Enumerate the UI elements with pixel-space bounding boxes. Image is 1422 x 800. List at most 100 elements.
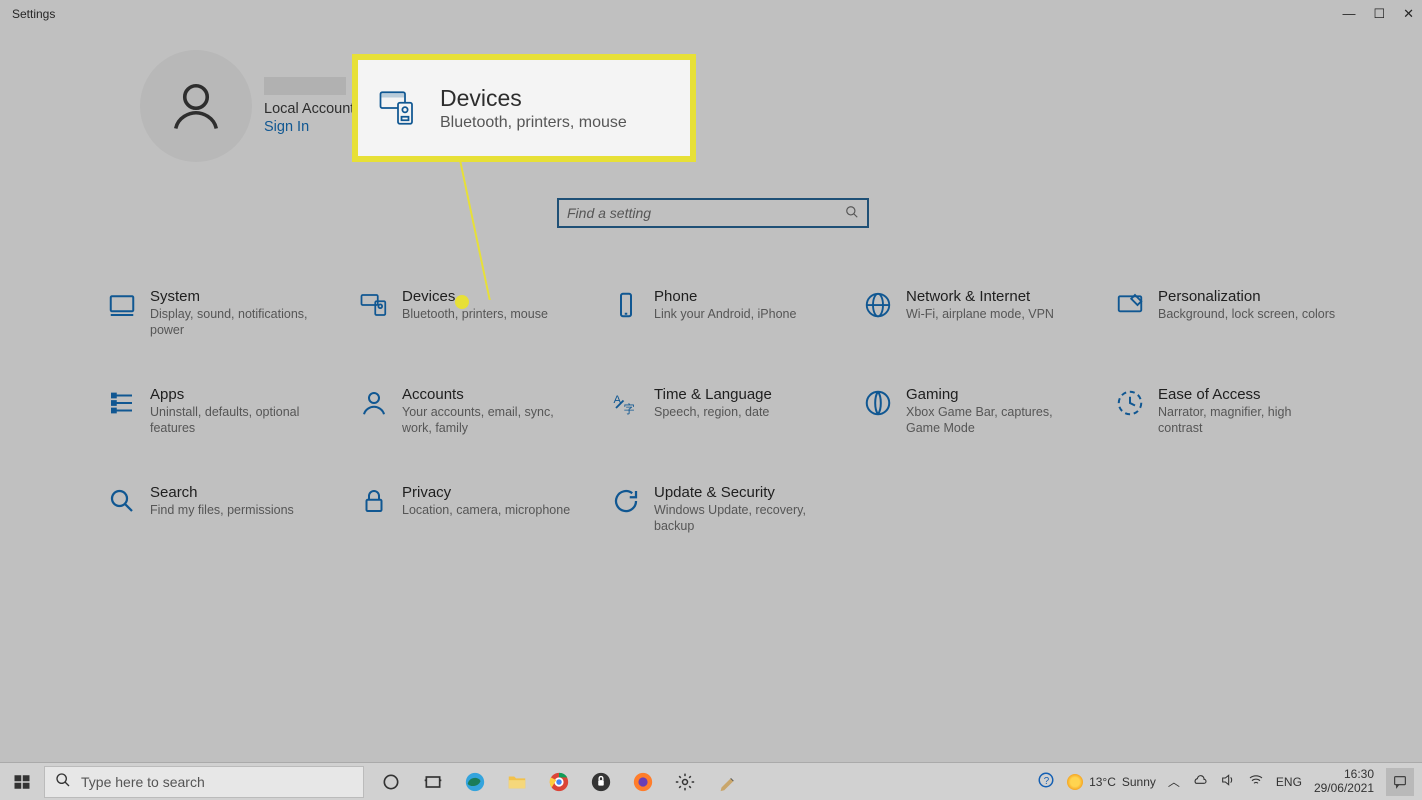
callout-connector-line [459,160,491,300]
category-update-security[interactable]: Update & Security Windows Update, recover… [604,478,856,576]
category-subtitle: Location, camera, microphone [402,503,570,519]
tray-expand-icon[interactable]: ︿ [1168,773,1180,790]
category-subtitle: Speech, region, date [654,405,772,421]
weather-widget[interactable]: 13°C Sunny [1067,774,1156,790]
callout-title: Devices [440,85,627,112]
chrome-app[interactable] [546,769,572,795]
weather-temp: 13°C [1089,775,1116,789]
search-input[interactable] [567,205,845,221]
category-time-language[interactable]: A字 Time & Language Speech, region, date [604,380,856,478]
taskbar: Type here to search ? 13°C Sunny ︿ ENG 1… [0,762,1422,800]
minimize-button[interactable]: — [1342,6,1355,22]
search-category-icon [100,484,144,516]
help-button[interactable]: ? [1037,771,1055,792]
category-title: Update & Security [654,484,834,501]
category-subtitle: Bluetooth, printers, mouse [402,307,548,323]
action-center-button[interactable] [1386,768,1414,796]
person-icon [169,77,223,135]
apps-icon [100,386,144,418]
svg-text:字: 字 [624,402,635,416]
security-app[interactable] [588,769,614,795]
category-title: Ease of Access [1158,386,1338,403]
category-title: System [150,288,330,305]
category-subtitle: Xbox Game Bar, captures, Game Mode [906,405,1086,436]
callout-subtitle: Bluetooth, printers, mouse [440,114,627,132]
category-ease-of-access[interactable]: Ease of Access Narrator, magnifier, high … [1108,380,1360,478]
category-subtitle: Windows Update, recovery, backup [654,503,834,534]
search-icon [55,772,71,791]
clock[interactable]: 16:30 29/06/2021 [1314,768,1374,794]
sign-in-link[interactable]: Sign In [264,119,354,135]
category-subtitle: Find my files, permissions [150,503,294,519]
category-system[interactable]: System Display, sound, notifications, pow… [100,282,352,380]
user-header: Local Account Sign In [140,50,354,162]
devices-callout: Devices Bluetooth, printers, mouse [352,54,696,162]
volume-tray-icon[interactable] [1220,772,1236,791]
accounts-icon [352,386,396,418]
category-gaming[interactable]: Gaming Xbox Game Bar, captures, Game Mode [856,380,1108,478]
globe-icon [856,288,900,320]
start-button[interactable] [0,763,44,800]
category-title: Network & Internet [906,288,1054,305]
category-phone[interactable]: Phone Link your Android, iPhone [604,282,856,380]
category-subtitle: Uninstall, defaults, optional features [150,405,330,436]
system-icon [100,288,144,320]
close-button[interactable]: ✕ [1403,6,1414,22]
windows-icon [13,773,31,791]
category-privacy[interactable]: Privacy Location, camera, microphone [352,478,604,576]
category-subtitle: Display, sound, notifications, power [150,307,330,338]
category-apps[interactable]: AppsUninstall, defaults, optional featur… [100,380,352,478]
ease-icon [1108,386,1152,418]
category-subtitle: Your accounts, email, sync, work, family [402,405,582,436]
settings-category-grid: System Display, sound, notifications, pow… [100,282,1360,576]
clock-time: 16:30 [1314,768,1374,781]
network-tray-icon[interactable] [1248,772,1264,791]
onedrive-tray-icon[interactable] [1192,772,1208,791]
phone-icon [604,288,648,320]
user-avatar[interactable] [140,50,252,162]
settings-app[interactable] [672,769,698,795]
category-devices[interactable]: Devices Bluetooth, printers, mouse [352,282,604,380]
devices-icon [352,288,396,320]
language-indicator[interactable]: ENG [1276,775,1302,789]
task-view-button[interactable] [420,769,446,795]
search-icon [845,205,859,222]
sun-icon [1067,774,1083,790]
time-language-icon: A字 [604,386,648,418]
firefox-app[interactable] [630,769,656,795]
category-subtitle: Link your Android, iPhone [654,307,796,323]
category-title: Accounts [402,386,582,403]
devices-icon [374,87,422,129]
edge-app[interactable] [462,769,488,795]
user-name-redacted [264,77,346,95]
paint-app[interactable] [714,769,740,795]
lock-icon [352,484,396,516]
cortana-button[interactable] [378,769,404,795]
category-title: Privacy [402,484,570,501]
find-setting-search[interactable] [557,198,869,228]
file-explorer-app[interactable] [504,769,530,795]
weather-desc: Sunny [1122,775,1156,789]
category-subtitle: Background, lock screen, colors [1158,307,1335,323]
window-titlebar: Settings — ☐ ✕ [0,0,1422,28]
window-title: Settings [12,7,55,21]
category-title: Personalization [1158,288,1335,305]
category-title: Devices [402,288,548,305]
category-personalization[interactable]: Personalization Background, lock screen, … [1108,282,1360,380]
taskbar-search[interactable]: Type here to search [44,766,364,798]
clock-date: 29/06/2021 [1314,782,1374,795]
category-title: Gaming [906,386,1086,403]
category-subtitle: Wi-Fi, airplane mode, VPN [906,307,1054,323]
category-subtitle: Narrator, magnifier, high contrast [1158,405,1338,436]
category-search[interactable]: SearchFind my files, permissions [100,478,352,576]
update-icon [604,484,648,516]
category-network[interactable]: Network & Internet Wi-Fi, airplane mode, … [856,282,1108,380]
gaming-icon [856,386,900,418]
category-title: Phone [654,288,796,305]
maximize-button[interactable]: ☐ [1373,6,1385,22]
paint-icon [1108,288,1152,320]
account-type-label: Local Account [264,101,354,117]
category-accounts[interactable]: Accounts Your accounts, email, sync, work… [352,380,604,478]
category-title: Time & Language [654,386,772,403]
taskbar-search-placeholder: Type here to search [81,774,205,790]
